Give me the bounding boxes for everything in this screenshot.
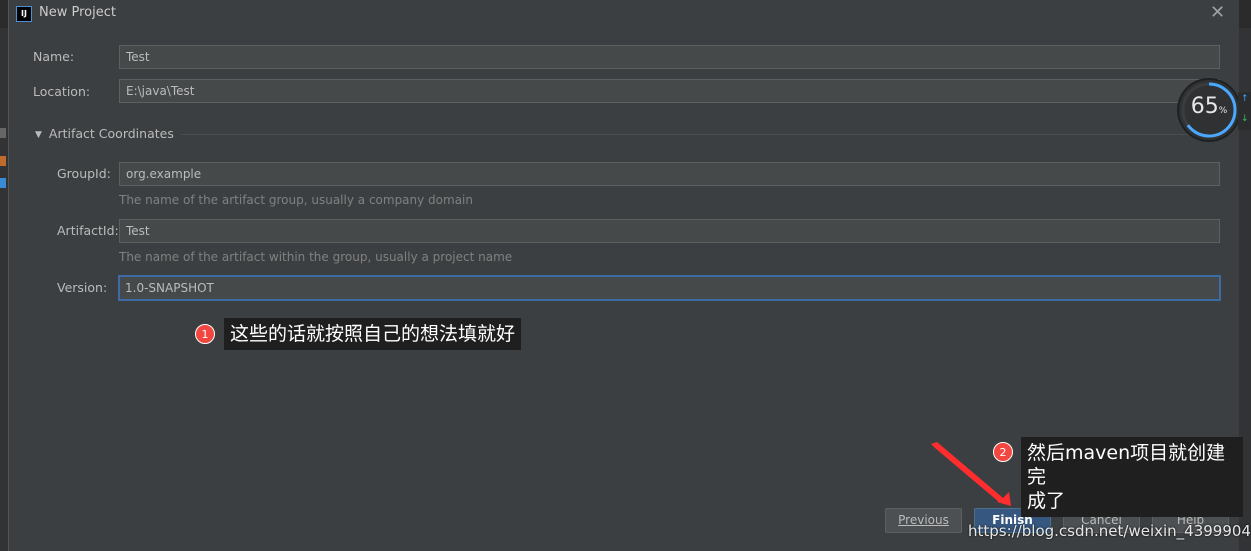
- artifact-id-label: ArtifactId:: [57, 223, 119, 238]
- intellij-logo-icon: IJ: [16, 6, 32, 22]
- location-label: Location:: [33, 84, 91, 99]
- bg-marker: [0, 178, 6, 188]
- annotation-2-line-2: 成了: [1027, 490, 1066, 512]
- group-id-hint: The name of the artifact group, usually …: [119, 193, 473, 207]
- annotation-badge-1: 1: [195, 324, 215, 344]
- artifact-id-input[interactable]: [119, 219, 1220, 243]
- gauge-value: 65%: [1179, 94, 1239, 119]
- download-arrow-icon: ↓: [1241, 114, 1249, 124]
- bg-marker: [0, 128, 6, 138]
- dialog-title: New Project: [39, 5, 116, 20]
- annotation-2-line-1: 然后maven项目就创建完: [1027, 442, 1226, 488]
- version-label: Version:: [57, 280, 108, 295]
- gauge-number: 65: [1190, 94, 1219, 119]
- name-input[interactable]: [119, 45, 1220, 69]
- name-label: Name:: [33, 49, 75, 64]
- red-arrow-icon: [931, 442, 1011, 506]
- close-icon[interactable]: ✕: [1210, 2, 1225, 23]
- gauge-unit: %: [1218, 106, 1228, 116]
- bg-marker: [0, 156, 6, 166]
- title-bar: IJ New Project ✕: [9, 0, 1239, 28]
- background-ide-strip: [0, 28, 8, 551]
- annotation-callout-2: 然后maven项目就创建完 成了: [1021, 437, 1243, 517]
- section-label: Artifact Coordinates: [48, 126, 174, 141]
- group-id-label: GroupId:: [57, 166, 111, 181]
- memory-gauge: 65%: [1179, 80, 1239, 140]
- annotation-callout-1: 这些的话就按照自己的想法填就好: [224, 318, 522, 350]
- triangle-down-icon: ▼: [35, 130, 42, 140]
- watermark: https://blog.csdn.net/weixin_43999048: [968, 522, 1251, 540]
- artifact-coordinates-toggle[interactable]: ▼ Artifact Coordinates: [35, 126, 174, 141]
- upload-arrow-icon: ↑: [1241, 94, 1249, 104]
- previous-button[interactable]: Previous: [885, 508, 962, 533]
- network-indicator: ↑ ↓: [1238, 92, 1251, 130]
- version-input[interactable]: [118, 275, 1221, 301]
- group-id-input[interactable]: [119, 162, 1220, 186]
- previous-label: Previous: [898, 513, 949, 527]
- location-input[interactable]: [119, 79, 1220, 103]
- artifact-id-hint: The name of the artifact within the grou…: [119, 250, 513, 264]
- section-divider: [181, 134, 1219, 135]
